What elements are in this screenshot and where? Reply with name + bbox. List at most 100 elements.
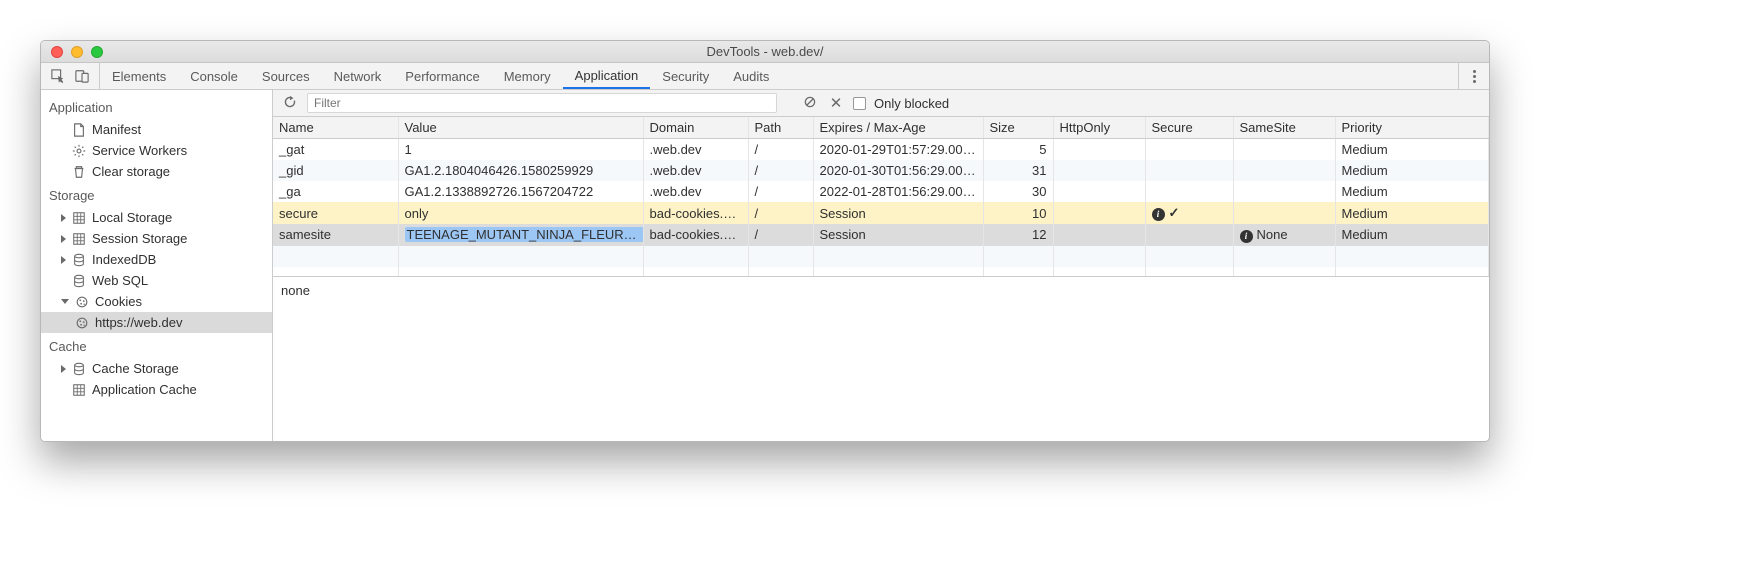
- titlebar: DevTools - web.dev/: [41, 41, 1489, 63]
- panel-tabs: ElementsConsoleSourcesNetworkPerformance…: [100, 63, 781, 89]
- cell-path: /: [748, 181, 813, 202]
- table-row[interactable]: samesiteTEENAGE_MUTANT_NINJA_FLEURTLESba…: [273, 224, 1489, 246]
- tab-elements[interactable]: Elements: [100, 63, 178, 89]
- cell-expires: 2022-01-28T01:56:29.000Z: [813, 181, 983, 202]
- sidebar-item-local-storage[interactable]: Local Storage: [41, 207, 272, 228]
- refresh-icon[interactable]: [281, 95, 299, 112]
- cell-samesite: iNone: [1233, 224, 1335, 246]
- sidebar-item-label: IndexedDB: [92, 252, 156, 267]
- sidebar-item-web-sql[interactable]: Web SQL: [41, 270, 272, 291]
- sidebar-item-manifest[interactable]: Manifest: [41, 119, 272, 140]
- detail-value: none: [281, 283, 310, 298]
- cookie-icon: [75, 295, 89, 309]
- sidebar-item-application-cache[interactable]: Application Cache: [41, 379, 272, 400]
- sidebar-item-https-web-dev[interactable]: https://web.dev: [41, 312, 272, 333]
- cookies-table-wrap: NameValueDomainPathExpires / Max-AgeSize…: [273, 117, 1489, 277]
- tab-security[interactable]: Security: [650, 63, 721, 89]
- sidebar-item-label: Cache Storage: [92, 361, 179, 376]
- sidebar-item-clear-storage[interactable]: Clear storage: [41, 161, 272, 182]
- table-row[interactable]: _gaGA1.2.1338892726.1567204722.web.dev/2…: [273, 181, 1489, 202]
- grid-icon: [72, 232, 86, 246]
- delete-icon[interactable]: ✕: [827, 94, 845, 112]
- sidebar-section-application: Application: [41, 94, 272, 119]
- expand-icon: [61, 365, 66, 373]
- cell-domain: bad-cookies.g…: [643, 202, 748, 224]
- tab-console[interactable]: Console: [178, 63, 250, 89]
- cell-expires: 2020-01-29T01:57:29.000Z: [813, 139, 983, 161]
- sidebar-item-indexeddb[interactable]: IndexedDB: [41, 249, 272, 270]
- only-blocked-checkbox[interactable]: [853, 97, 866, 110]
- cell-name: _gat: [273, 139, 398, 161]
- col-httponly[interactable]: HttpOnly: [1053, 117, 1145, 139]
- cell-value: TEENAGE_MUTANT_NINJA_FLEURTLES: [398, 224, 643, 246]
- inspect-tools: [41, 63, 100, 89]
- col-size[interactable]: Size: [983, 117, 1053, 139]
- table-row[interactable]: _gidGA1.2.1804046426.1580259929.web.dev/…: [273, 160, 1489, 181]
- col-secure[interactable]: Secure: [1145, 117, 1233, 139]
- filter-input[interactable]: [307, 93, 777, 113]
- table-row-empty: [273, 267, 1489, 278]
- application-sidebar: Application Manifest Service Workers Clear …: [41, 90, 273, 441]
- col-expires-max-age[interactable]: Expires / Max-Age: [813, 117, 983, 139]
- sidebar-item-cache-storage[interactable]: Cache Storage: [41, 358, 272, 379]
- expand-icon: [61, 299, 69, 304]
- sidebar-item-service-workers[interactable]: Service Workers: [41, 140, 272, 161]
- sidebar-section-cache: Cache: [41, 333, 272, 358]
- cell-size: 30: [983, 181, 1053, 202]
- cell-size: 5: [983, 139, 1053, 161]
- sidebar-item-label: Session Storage: [92, 231, 187, 246]
- col-path[interactable]: Path: [748, 117, 813, 139]
- cell-secure: [1145, 181, 1233, 202]
- col-value[interactable]: Value: [398, 117, 643, 139]
- tab-application[interactable]: Application: [563, 63, 651, 89]
- sidebar-item-label: Service Workers: [92, 143, 187, 158]
- cell-httponly: [1053, 181, 1145, 202]
- col-domain[interactable]: Domain: [643, 117, 748, 139]
- tab-performance[interactable]: Performance: [393, 63, 491, 89]
- cell-priority: Medium: [1335, 139, 1489, 161]
- cell-path: /: [748, 224, 813, 246]
- kebab-icon: [1467, 70, 1481, 83]
- cell-httponly: [1053, 160, 1145, 181]
- device-toggle-icon[interactable]: [75, 69, 89, 83]
- cell-samesite: [1233, 139, 1335, 161]
- file-icon: [72, 123, 86, 137]
- col-name[interactable]: Name: [273, 117, 398, 139]
- cell-secure: [1145, 224, 1233, 246]
- trash-icon: [72, 165, 86, 179]
- cell-expires: Session: [813, 202, 983, 224]
- expand-icon: [61, 235, 66, 243]
- cell-path: /: [748, 139, 813, 161]
- cell-size: 12: [983, 224, 1053, 246]
- cell-name: secure: [273, 202, 398, 224]
- table-row[interactable]: secureonlybad-cookies.g…/Session10i✓Medi…: [273, 202, 1489, 224]
- table-row[interactable]: _gat1.web.dev/2020-01-29T01:57:29.000Z5M…: [273, 139, 1489, 161]
- cell-samesite: [1233, 181, 1335, 202]
- table-header: NameValueDomainPathExpires / Max-AgeSize…: [273, 117, 1489, 139]
- cell-name: _gid: [273, 160, 398, 181]
- tab-sources[interactable]: Sources: [250, 63, 322, 89]
- tab-memory[interactable]: Memory: [492, 63, 563, 89]
- cell-value: GA1.2.1804046426.1580259929: [398, 160, 643, 181]
- sidebar-item-cookies[interactable]: Cookies: [41, 291, 272, 312]
- cell-path: /: [748, 160, 813, 181]
- cell-size: 31: [983, 160, 1053, 181]
- cell-domain: .web.dev: [643, 160, 748, 181]
- cell-priority: Medium: [1335, 160, 1489, 181]
- tab-network[interactable]: Network: [322, 63, 394, 89]
- grid-icon: [72, 211, 86, 225]
- col-priority[interactable]: Priority: [1335, 117, 1489, 139]
- inspect-icon[interactable]: [51, 69, 65, 83]
- gear-icon: [72, 144, 86, 158]
- cell-expires: 2020-01-30T01:56:29.000Z: [813, 160, 983, 181]
- sidebar-item-label: Manifest: [92, 122, 141, 137]
- overflow-menu[interactable]: [1458, 63, 1489, 89]
- main-panel: ✕ Only blocked NameValueDomainPathExpire…: [273, 90, 1489, 441]
- col-samesite[interactable]: SameSite: [1233, 117, 1335, 139]
- clear-all-icon[interactable]: [801, 95, 819, 112]
- db-icon: [72, 274, 86, 288]
- cookies-toolbar: ✕ Only blocked: [273, 90, 1489, 117]
- sidebar-item-session-storage[interactable]: Session Storage: [41, 228, 272, 249]
- cell-value: GA1.2.1338892726.1567204722: [398, 181, 643, 202]
- tab-audits[interactable]: Audits: [721, 63, 781, 89]
